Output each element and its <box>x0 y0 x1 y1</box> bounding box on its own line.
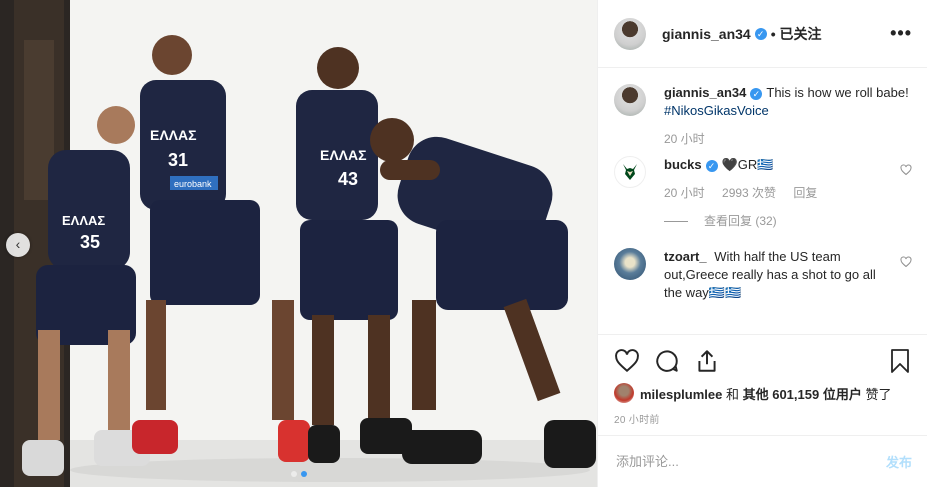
comments-list[interactable]: giannis_an34 ✓ This is how we roll babe! #… <box>598 68 927 334</box>
carousel-prev-button[interactable]: ‹ <box>6 233 30 257</box>
caption-username[interactable]: giannis_an34 <box>664 85 746 100</box>
likes-suffix: 赞了 <box>861 386 892 402</box>
bookmark-icon[interactable] <box>888 348 912 374</box>
carousel-dot <box>290 471 297 477</box>
author-username[interactable]: giannis_an34 <box>662 26 751 42</box>
follow-status[interactable]: • 已关注 <box>771 24 822 44</box>
post-sidebar: giannis_an34 ✓ • 已关注 ••• giannis_an34 ✓ Th… <box>597 0 927 487</box>
likes-summary: milesplumlee 和 其他 601,159 位用户 赞了 <box>614 383 912 403</box>
comment-item: bucks ✓ 🖤GR🇬🇷 20 小时 2993 次赞 回复 查看回复 (32) <box>614 156 912 230</box>
caption: giannis_an34 ✓ This is how we roll babe! #… <box>614 84 912 148</box>
post-timestamp[interactable]: 20 小时前 <box>614 411 912 426</box>
comment-time: 20 小时 <box>664 186 705 200</box>
post-actions: milesplumlee 和 其他 601,159 位用户 赞了 20 小时前 <box>598 334 927 426</box>
carousel-dots <box>0 471 597 477</box>
caption-hashtag[interactable]: #NikosGikasVoice <box>664 103 769 118</box>
jersey-number-3: 43 <box>338 169 358 189</box>
bucks-logo-icon <box>623 164 637 180</box>
team-photo-illustration: ΕΛΛΑΣ 35 ΕΛΛΑΣ 31 eurobank ΕΛΛΑΣ 43 <box>0 0 597 487</box>
verified-badge-icon: ✓ <box>705 159 718 172</box>
more-options-icon[interactable]: ••• <box>890 23 912 44</box>
sponsor-text: eurobank <box>174 179 212 189</box>
comment-bubble-icon[interactable] <box>654 348 680 374</box>
jersey-text-2: ΕΛΛΑΣ <box>150 127 197 143</box>
likes-others[interactable]: 其他 601,159 位用户 <box>743 387 862 402</box>
caption-meta: 20 小时 <box>664 130 912 148</box>
comment-likes[interactable]: 2993 次赞 <box>722 186 776 200</box>
comment-meta: 20 小时 2993 次赞 回复 <box>664 184 892 202</box>
comment-username[interactable]: bucks <box>664 157 702 172</box>
comment-username[interactable]: tzoart_ <box>664 249 707 264</box>
action-icons <box>614 347 912 375</box>
liker-avatar[interactable] <box>614 383 634 403</box>
jersey-text-3: ΕΛΛΑΣ <box>320 147 367 163</box>
post-header: giannis_an34 ✓ • 已关注 ••• <box>598 0 927 68</box>
view-replies-button[interactable]: 查看回复 (32) <box>664 212 892 230</box>
comment-like-heart-icon[interactable] <box>900 164 912 176</box>
caption-time: 20 小时 <box>664 132 705 146</box>
likes-and: 和 <box>722 386 743 402</box>
caption-avatar[interactable] <box>614 84 646 116</box>
commenter-avatar[interactable] <box>614 156 646 188</box>
comment-like-heart-icon[interactable] <box>900 256 912 268</box>
post-photo[interactable]: ΕΛΛΑΣ 35 ΕΛΛΑΣ 31 eurobank ΕΛΛΑΣ 43 ‹ <box>0 0 597 487</box>
post-comment-button[interactable]: 发布 <box>886 452 912 471</box>
comment-text: 🖤GR🇬🇷 <box>721 157 774 172</box>
verified-badge-icon: ✓ <box>754 27 767 40</box>
author-avatar[interactable] <box>614 17 646 50</box>
comment-item: tzoart_ With half the US team out,Greece… <box>614 248 912 302</box>
jersey-number-1: 35 <box>80 232 100 252</box>
carousel-dot-active <box>300 471 307 477</box>
jersey-text-1: ΕΛΛΑΣ <box>62 213 105 228</box>
share-icon[interactable] <box>694 348 720 374</box>
caption-text: This is how we roll babe! <box>766 85 909 100</box>
add-comment-bar: 发布 <box>598 435 927 487</box>
reply-button[interactable]: 回复 <box>793 186 817 200</box>
comment-input[interactable] <box>614 453 886 470</box>
chevron-left-icon: ‹ <box>15 236 21 252</box>
verified-badge-icon: ✓ <box>750 87 763 100</box>
commenter-avatar[interactable] <box>614 248 646 280</box>
jersey-number-2: 31 <box>168 150 188 170</box>
like-heart-icon[interactable] <box>614 348 640 374</box>
replies-line <box>664 220 688 222</box>
view-replies-label: 查看回复 (32) <box>704 214 777 228</box>
liker-username[interactable]: milesplumlee <box>640 387 722 402</box>
